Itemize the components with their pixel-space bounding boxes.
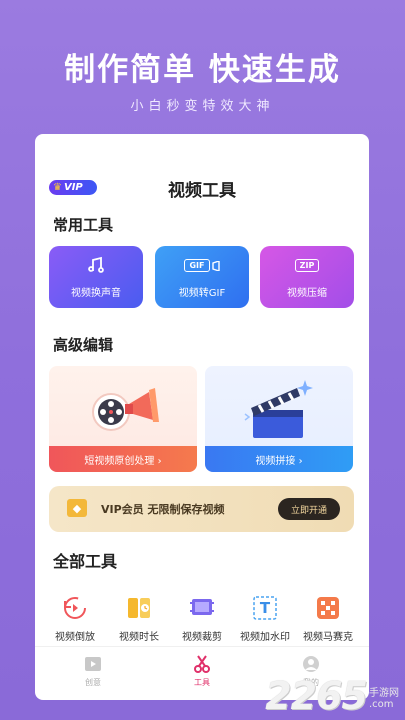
all-tools-title: 全部工具 xyxy=(53,552,118,571)
hero-title: 制作简单 快速生成 xyxy=(64,52,341,88)
tool-mosaic-label: 视频马赛克 xyxy=(303,632,353,643)
tab-tools[interactable]: 工具 xyxy=(172,653,232,688)
tool-gif-button[interactable]: GIF 视频转GIF xyxy=(155,246,249,308)
crop-icon xyxy=(188,594,216,622)
page-title: 视频工具 xyxy=(168,181,236,201)
vip-banner[interactable]: ◆ VIP会员 无限制保存视频 立即开通 xyxy=(49,486,354,532)
tool-reverse-label: 视频倒放 xyxy=(55,632,95,643)
common-tools-title: 常用工具 xyxy=(53,216,114,234)
video-merge-label: 视频拼接 › xyxy=(205,446,353,472)
tool-crop-button[interactable]: 视频裁剪 xyxy=(172,594,232,643)
watermark-icon-text: T xyxy=(259,599,271,617)
film-reel-megaphone-icon xyxy=(92,388,159,431)
original-processing-label: 短视频原创处理 › xyxy=(49,446,197,472)
tool-compress-label: 视频压缩 xyxy=(287,287,327,299)
profile-icon xyxy=(281,653,341,675)
vip-open-button[interactable]: 立即开通 xyxy=(278,498,340,520)
gif-icon: GIF xyxy=(184,256,220,276)
site-watermark: 2265 手游网 .com xyxy=(265,674,399,718)
diamond-icon: ◆ xyxy=(67,499,87,517)
watermark-site-en: .com xyxy=(369,699,394,710)
tab-creative-label: 创意 xyxy=(85,678,101,687)
music-note-icon xyxy=(86,256,106,276)
tool-duration-button[interactable]: 视频时长 xyxy=(109,594,169,643)
zip-icon: ZIP xyxy=(294,256,320,276)
tool-watermark-button[interactable]: T 视频加水印 xyxy=(235,594,295,643)
gif-icon-text: GIF xyxy=(184,259,210,272)
tab-creative[interactable]: 创意 xyxy=(63,653,123,688)
tool-compress-button[interactable]: ZIP 视频压缩 xyxy=(260,246,354,308)
tool-watermark-label: 视频加水印 xyxy=(240,632,290,643)
rewind-icon xyxy=(61,594,89,622)
all-tools-grid: 视频倒放 视频时长 视频裁剪 T 视频加水印 视频马赛克 xyxy=(35,594,369,644)
tool-reverse-button[interactable]: 视频倒放 xyxy=(45,594,105,643)
app-screen: ♛ VIP 视频工具 常用工具 视频换声音 GIF 视频转GIF ZIP 视频压… xyxy=(35,134,369,700)
video-merge-card[interactable]: 视频拼接 › xyxy=(205,366,353,472)
watermark-site-cn: 手游网 xyxy=(369,688,399,699)
play-icon xyxy=(63,653,123,675)
tool-voice-change-label: 视频换声音 xyxy=(71,287,121,299)
tool-voice-change-button[interactable]: 视频换声音 xyxy=(49,246,143,308)
duration-icon xyxy=(125,594,153,622)
watermark-site: 手游网 .com xyxy=(369,688,399,710)
watermark-number: 2265 xyxy=(265,674,368,718)
vip-banner-text: VIP会员 无限制保存视频 xyxy=(101,503,225,516)
advanced-title: 高级编辑 xyxy=(53,336,114,354)
zip-icon-text: ZIP xyxy=(294,259,320,272)
scissors-icon xyxy=(172,653,232,675)
clapperboard-icon xyxy=(244,380,313,438)
tool-mosaic-button[interactable]: 视频马赛克 xyxy=(298,594,358,643)
watermark-icon: T xyxy=(251,594,279,622)
mosaic-icon xyxy=(314,594,342,622)
tool-crop-label: 视频裁剪 xyxy=(182,632,222,643)
tab-tools-label: 工具 xyxy=(194,678,210,687)
original-processing-card[interactable]: 短视频原创处理 › xyxy=(49,366,197,472)
hero-subtitle: 小白秒变特效大神 xyxy=(130,99,275,114)
tool-duration-label: 视频时长 xyxy=(119,632,159,643)
tool-gif-label: 视频转GIF xyxy=(178,287,226,299)
